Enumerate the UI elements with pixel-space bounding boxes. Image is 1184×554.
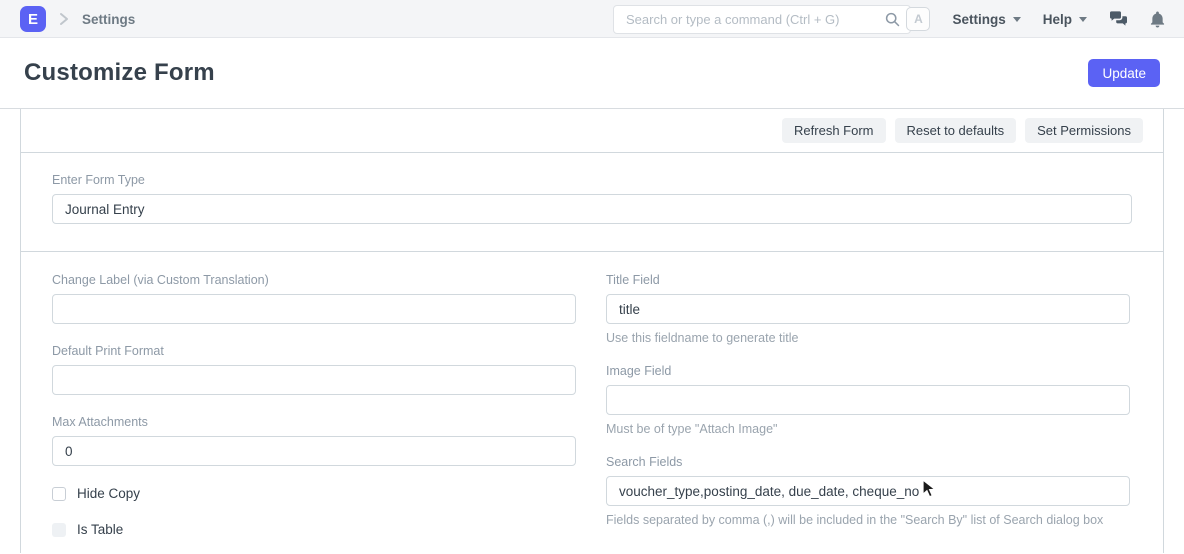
page-title: Customize Form (24, 59, 215, 87)
is-table-label: Is Table (77, 522, 123, 537)
hide-copy-row: Hide Copy (52, 486, 576, 501)
default-print-format-label: Default Print Format (52, 344, 576, 358)
form-container: Refresh Form Reset to defaults Set Permi… (20, 109, 1164, 553)
default-print-format-field: Default Print Format (52, 344, 576, 395)
is-table-checkbox (52, 523, 66, 537)
breadcrumb-settings[interactable]: Settings (82, 12, 135, 27)
avatar[interactable]: A (906, 7, 930, 31)
set-permissions-button[interactable]: Set Permissions (1025, 118, 1143, 143)
hide-copy-label[interactable]: Hide Copy (77, 486, 140, 501)
global-search (613, 5, 911, 34)
change-label-label: Change Label (via Custom Translation) (52, 273, 576, 287)
right-column: Title Field Use this fieldname to genera… (606, 273, 1130, 554)
title-field-field: Title Field Use this fieldname to genera… (606, 273, 1130, 345)
reset-to-defaults-button[interactable]: Reset to defaults (895, 118, 1017, 143)
form-type-label: Enter Form Type (52, 173, 1132, 187)
hide-copy-checkbox[interactable] (52, 487, 66, 501)
app-logo[interactable]: E (20, 6, 46, 32)
page-head: Customize Form Update (0, 38, 1184, 109)
update-button[interactable]: Update (1088, 59, 1160, 87)
navbar: E Settings A Settings Help (0, 0, 1184, 38)
settings-dropdown[interactable]: Settings (952, 12, 1020, 27)
title-field-input[interactable] (606, 294, 1130, 324)
help-dropdown-label: Help (1043, 12, 1072, 27)
help-dropdown[interactable]: Help (1043, 12, 1087, 27)
title-field-help: Use this fieldname to generate title (606, 331, 1130, 345)
form-type-input[interactable] (52, 194, 1132, 224)
form-toolbar: Refresh Form Reset to defaults Set Permi… (21, 109, 1163, 153)
search-fields-input[interactable] (606, 476, 1130, 506)
app-logo-letter: E (28, 11, 38, 28)
max-attachments-input[interactable] (52, 436, 576, 466)
avatar-letter: A (914, 12, 923, 26)
navbar-right: A Settings Help (906, 0, 1165, 38)
navbar-left: E Settings (20, 0, 135, 38)
form-type-field: Enter Form Type (52, 173, 1132, 224)
search-input[interactable] (614, 6, 885, 33)
search-fields-help: Fields separated by comma (,) will be in… (606, 513, 1130, 527)
change-label-input[interactable] (52, 294, 576, 324)
image-field-label: Image Field (606, 364, 1130, 378)
left-column: Change Label (via Custom Translation) De… (52, 273, 576, 554)
form-type-section: Enter Form Type (21, 153, 1163, 252)
title-field-label: Title Field (606, 273, 1130, 287)
form-main-section: Change Label (via Custom Translation) De… (21, 252, 1163, 554)
chevron-right-icon (59, 12, 69, 26)
image-field-field: Image Field Must be of type "Attach Imag… (606, 364, 1130, 436)
image-field-input[interactable] (606, 385, 1130, 415)
max-attachments-label: Max Attachments (52, 415, 576, 429)
chevron-down-icon (1079, 17, 1087, 22)
settings-dropdown-label: Settings (952, 12, 1005, 27)
chat-icon[interactable] (1109, 11, 1128, 27)
change-label-field: Change Label (via Custom Translation) (52, 273, 576, 324)
bell-icon[interactable] (1150, 11, 1165, 28)
max-attachments-field: Max Attachments (52, 415, 576, 466)
search-fields-field: Search Fields Fields separated by comma … (606, 455, 1130, 527)
is-table-row: Is Table (52, 522, 576, 537)
chevron-down-icon (1013, 17, 1021, 22)
image-field-help: Must be of type "Attach Image" (606, 422, 1130, 436)
refresh-form-button[interactable]: Refresh Form (782, 118, 885, 143)
search-fields-label: Search Fields (606, 455, 1130, 469)
default-print-format-input[interactable] (52, 365, 576, 395)
